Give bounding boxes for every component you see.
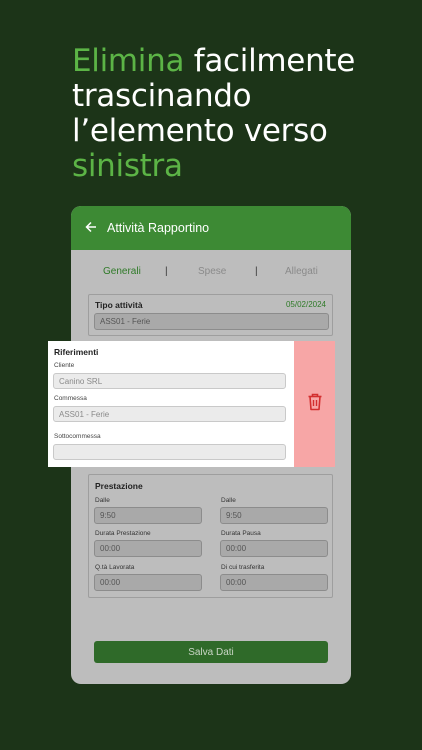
prestazione-card: Prestazione Dalle 9:50 Dalle 9:50 Durata… [88, 474, 333, 598]
durata-prestazione-field[interactable]: 00:00 [94, 540, 202, 557]
cliente-field[interactable]: Canino SRL [53, 373, 286, 389]
trash-icon[interactable] [307, 393, 323, 416]
durata-pausa-field[interactable]: 00:00 [220, 540, 328, 557]
tipo-attivita-label: Tipo attività [95, 300, 143, 310]
headline-highlight-2: sinistra [72, 148, 183, 184]
sottocommessa-field[interactable] [53, 444, 286, 460]
riferimenti-card[interactable]: Riferimenti Cliente Canino SRL Commessa … [48, 341, 294, 467]
save-button[interactable]: Salva Dati [94, 641, 328, 663]
tab-allegati[interactable]: Allegati [285, 266, 318, 277]
tab-bar: Generali | Spese | Allegati [71, 264, 351, 282]
commessa-field[interactable]: ASS01 - Ferie [53, 406, 286, 422]
trasferta-field[interactable]: 00:00 [220, 574, 328, 591]
prestazione-title: Prestazione [95, 481, 143, 491]
delete-swipe-action[interactable] [294, 341, 335, 467]
app-bar: Attività Rapportino [71, 206, 351, 250]
arrow-left-icon[interactable] [85, 220, 105, 237]
dalle-field-2[interactable]: 9:50 [220, 507, 328, 524]
commessa-label: Commessa [54, 395, 87, 402]
dalle-label-2: Dalle [221, 497, 236, 504]
tab-separator: | [255, 266, 258, 277]
durata-pausa-label: Durata Pausa [221, 530, 261, 537]
page-title: Attività Rapportino [107, 221, 210, 235]
riferimenti-title: Riferimenti [54, 347, 99, 357]
tab-separator: | [165, 266, 168, 277]
sottocommessa-label: Sottocommessa [54, 433, 101, 440]
qta-lavorata-field[interactable]: 00:00 [94, 574, 202, 591]
tab-generali[interactable]: Generali [103, 266, 141, 277]
tab-spese[interactable]: Spese [198, 266, 226, 277]
cliente-label: Cliente [54, 362, 75, 369]
tipo-attivita-field[interactable]: ASS01 - Ferie [94, 313, 329, 330]
headline-highlight-1: Elimina [72, 43, 185, 79]
trasferta-label: Di cui trasferita [221, 564, 265, 571]
qta-lavorata-label: Q.tà Lavorata [95, 564, 135, 571]
dalle-label: Dalle [95, 497, 110, 504]
tipo-attivita-card: Tipo attività 05/02/2024 ASS01 - Ferie [88, 294, 333, 336]
durata-prestazione-label: Durata Prestazione [95, 530, 151, 537]
headline: Elimina facilmente trascinando l’element… [72, 44, 402, 184]
dalle-field[interactable]: 9:50 [94, 507, 202, 524]
date-label[interactable]: 05/02/2024 [286, 300, 326, 309]
